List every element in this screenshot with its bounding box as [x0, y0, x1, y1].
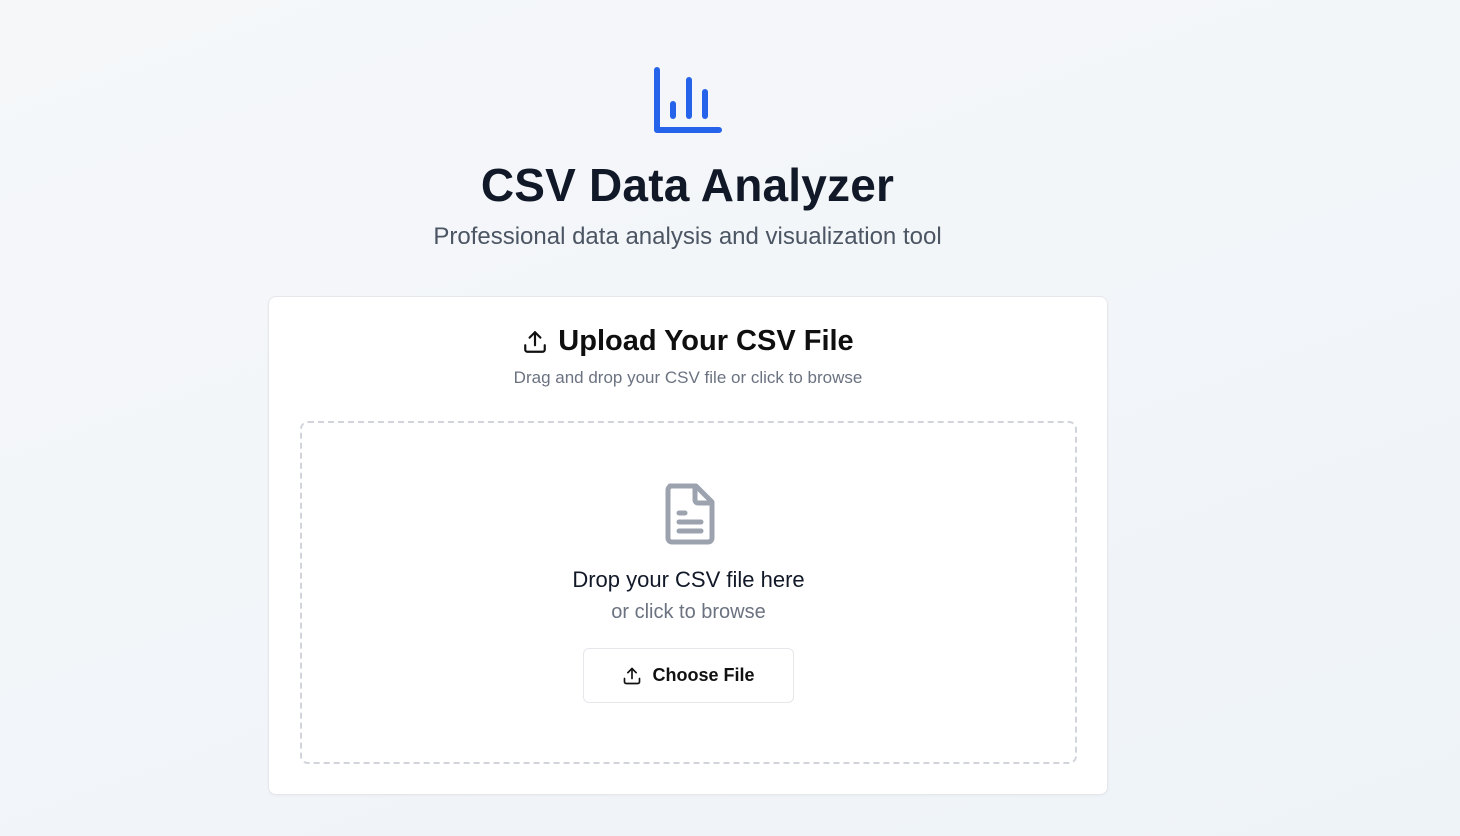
page-title: CSV Data Analyzer	[480, 159, 895, 211]
file-text-icon	[665, 483, 715, 545]
csv-dropzone[interactable]: Drop your CSV file here or click to brow…	[300, 421, 1077, 764]
dropzone-title: Drop your CSV file here	[572, 567, 805, 592]
upload-icon	[524, 330, 547, 353]
upload-card-description: Drag and drop your CSV file or click to …	[513, 368, 863, 387]
upload-card-title: Upload Your CSV File	[558, 325, 854, 357]
choose-file-label: Choose File	[652, 665, 755, 685]
choose-file-button[interactable]: Choose File	[583, 648, 794, 703]
dropzone-subtitle: or click to browse	[611, 601, 766, 623]
page-subtitle: Professional data analysis and visualiza…	[433, 223, 942, 250]
bar-chart-icon	[654, 67, 722, 133]
upload-card: Upload Your CSV File Drag and drop your …	[268, 296, 1108, 795]
upload-card-header: Upload Your CSV File	[269, 325, 1107, 358]
upload-icon	[624, 667, 641, 684]
